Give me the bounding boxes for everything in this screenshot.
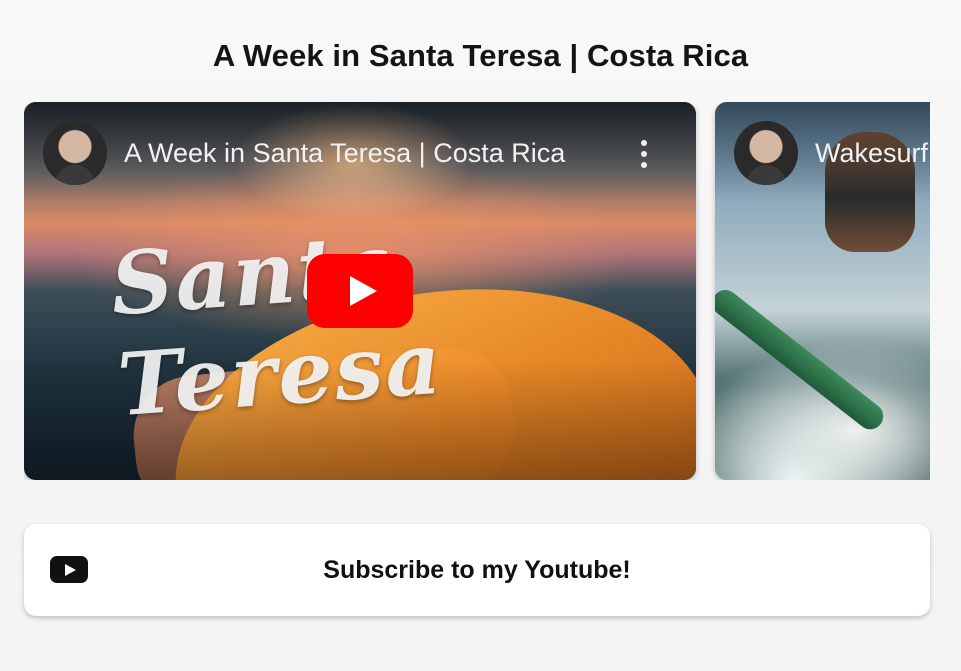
video-title[interactable]: Wakesurf: [815, 138, 928, 169]
more-dot: [641, 140, 647, 146]
video-card-wakesurf[interactable]: Wakesurf: [715, 102, 930, 480]
video-carousel[interactable]: Santa Teresa A Week in Santa Teresa | Co…: [24, 102, 930, 480]
subscribe-label: Subscribe to my Youtube!: [323, 556, 631, 584]
more-vertical-icon[interactable]: [640, 140, 648, 168]
subscribe-button[interactable]: Subscribe to my Youtube!: [24, 524, 930, 616]
play-icon: [349, 276, 377, 306]
channel-avatar[interactable]: [43, 121, 107, 185]
youtube-play-button[interactable]: [307, 254, 413, 328]
page-title: A Week in Santa Teresa | Costa Rica: [212, 38, 749, 73]
video-title[interactable]: A Week in Santa Teresa | Costa Rica: [124, 138, 565, 169]
more-dot: [641, 151, 647, 157]
more-dot: [641, 162, 647, 168]
video-card-santa-teresa[interactable]: Santa Teresa A Week in Santa Teresa | Co…: [24, 102, 696, 480]
page: A Week in Santa Teresa | Costa Rica Sant…: [0, 0, 961, 671]
channel-avatar[interactable]: [734, 121, 798, 185]
